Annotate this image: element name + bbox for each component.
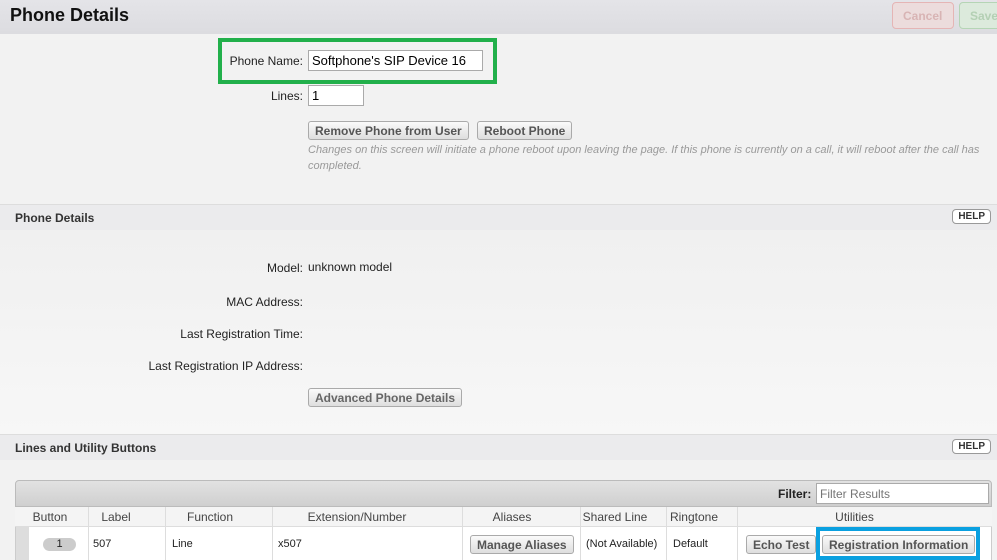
lines-label: Lines: [270,89,303,103]
button-number-badge: 1 [43,538,76,551]
reboot-note: Changes on this screen will initiate a p… [308,144,980,172]
lines-header: Lines and Utility Buttons HELP [0,434,997,460]
filter-input[interactable] [816,483,989,504]
lines-input[interactable] [308,85,364,106]
filter-label: Filter: [778,487,812,501]
col-label[interactable]: Label [88,510,144,524]
section-title: Lines and Utility Buttons [15,441,157,455]
mac-label: MAC Address: [226,295,303,309]
col-shared-line[interactable]: Shared Line [580,510,650,524]
echo-test-button[interactable]: Echo Test [746,535,817,554]
help-button[interactable]: HELP [952,209,991,224]
model-value: unknown model [308,260,393,274]
registration-information-button[interactable]: Registration Information [822,535,976,554]
col-aliases[interactable]: Aliases [462,510,562,524]
col-function[interactable]: Function [165,510,255,524]
model-label: Model: [266,261,303,275]
col-utilities[interactable]: Utilities [737,510,972,524]
remove-phone-button[interactable]: Remove Phone from User [308,121,469,140]
cancel-button[interactable]: Cancel [892,2,954,29]
section-title: Phone Details [15,211,95,225]
reg-time-label: Last Registration Time: [180,327,303,341]
col-extension[interactable]: Extension/Number [272,510,442,524]
col-ringtone[interactable]: Ringtone [666,510,722,524]
help-button[interactable]: HELP [952,439,991,454]
advanced-phone-details-button[interactable]: Advanced Phone Details [308,388,463,407]
row-ringtone: Default [673,538,708,550]
row-function: Line [172,538,193,550]
row-label: 507 [93,538,112,550]
row-handle[interactable] [16,527,29,560]
page-title: Phone Details [10,5,130,25]
reg-ip-label: Last Registration IP Address: [148,359,303,373]
phone-name-input[interactable] [308,50,483,71]
row-shared-line: (Not Available) [586,538,658,550]
phone-details-header: Phone Details HELP [0,204,997,230]
manage-aliases-button[interactable]: Manage Aliases [470,535,574,554]
reboot-phone-button[interactable]: Reboot Phone [477,121,573,140]
phone-name-label: Phone Name: [229,54,303,68]
top-bar [0,0,997,34]
save-button[interactable]: Save [959,2,997,29]
col-button[interactable]: Button [28,510,72,524]
row-extension: x507 [278,538,302,550]
